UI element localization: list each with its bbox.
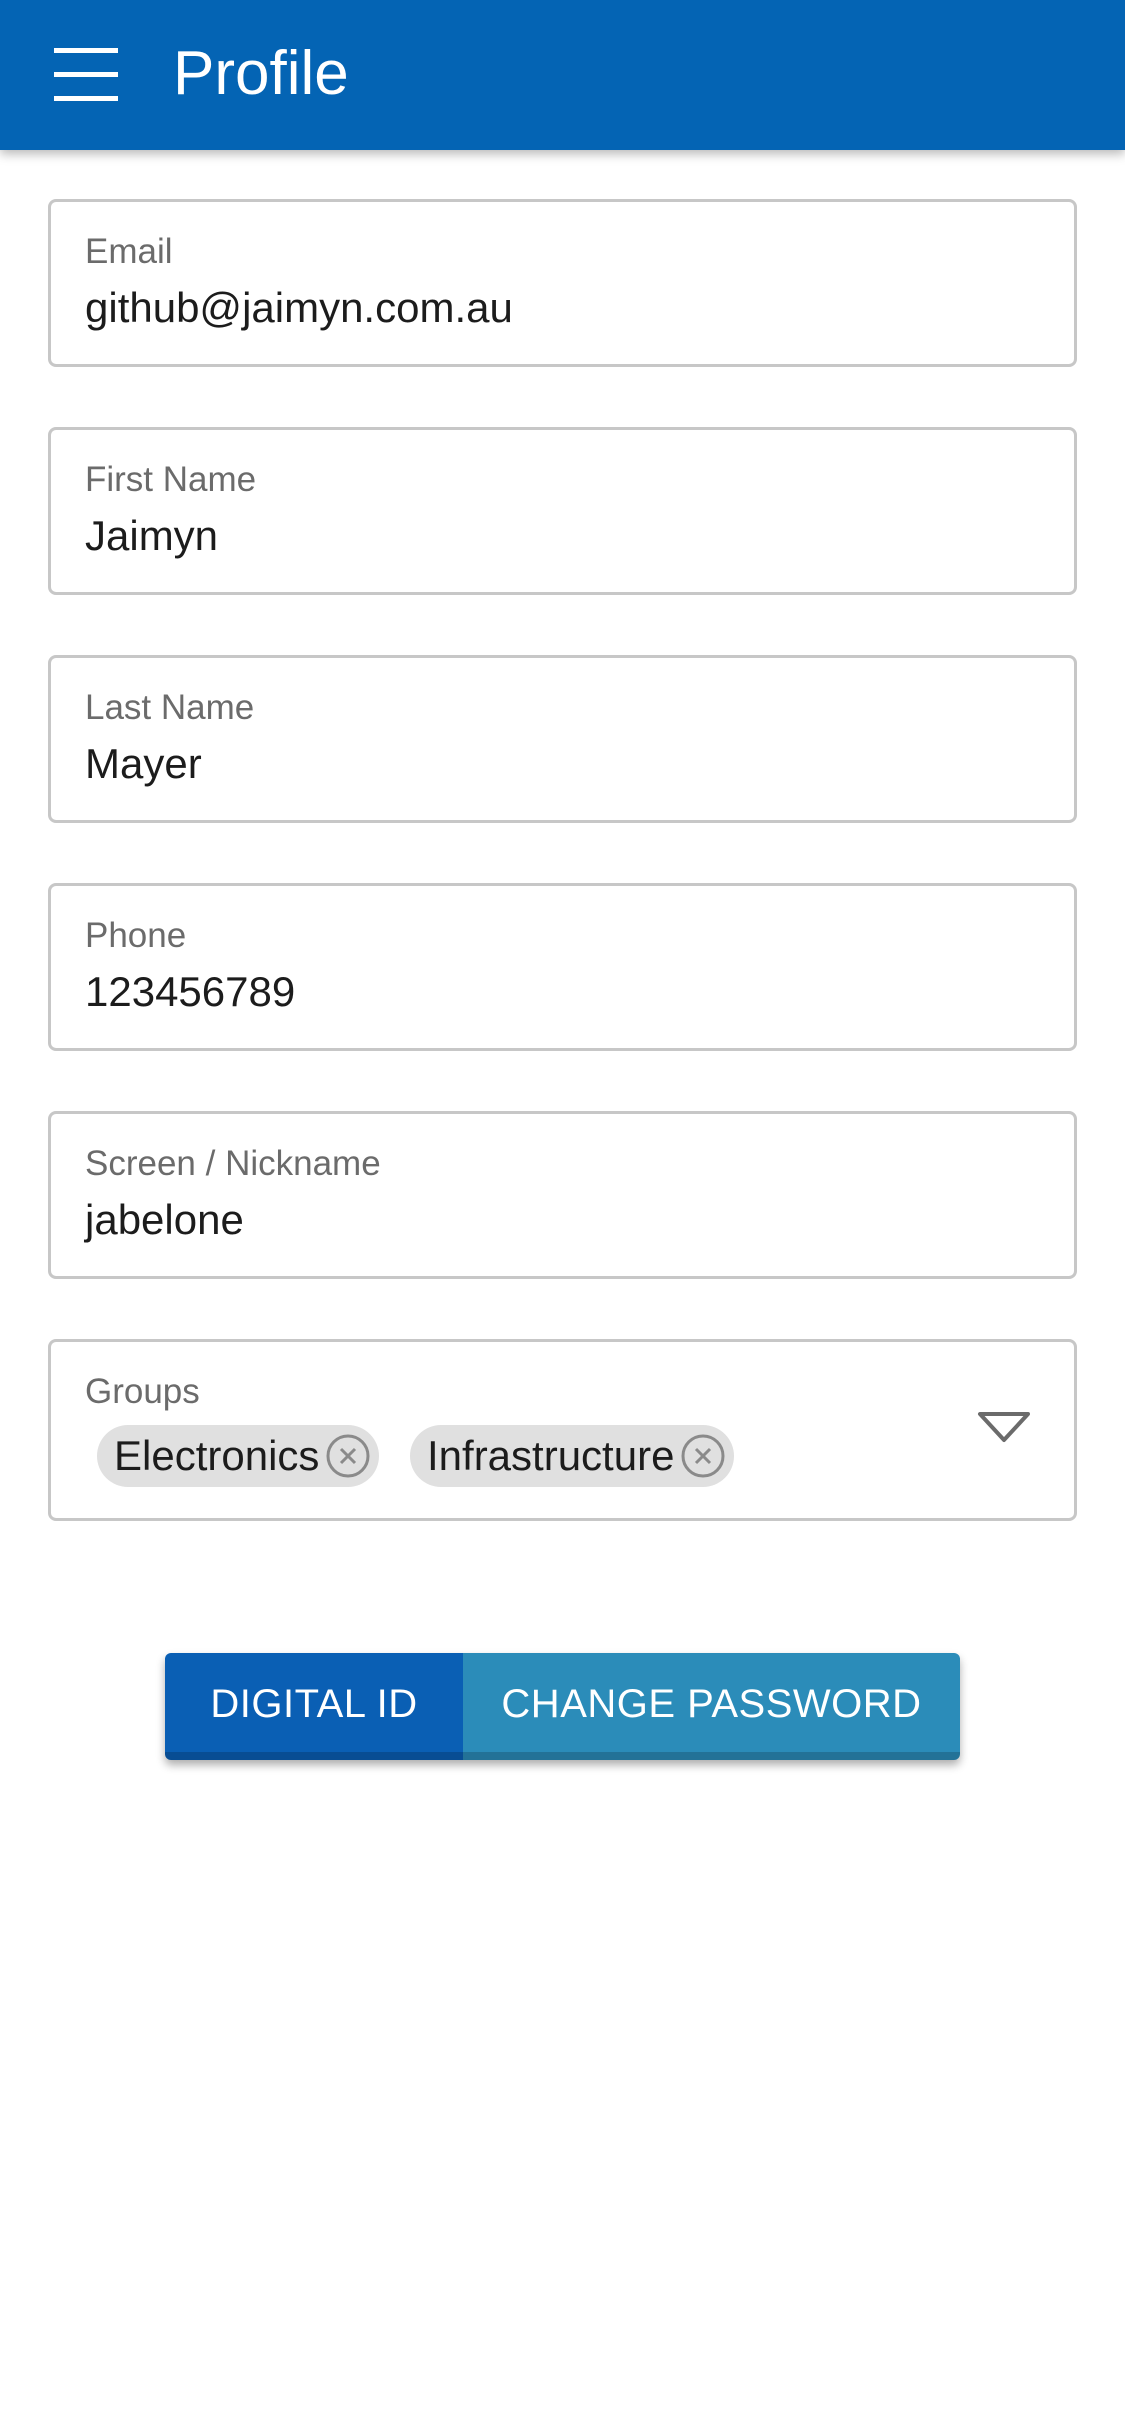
hamburger-menu-icon [54, 48, 118, 101]
groups-label: Groups [85, 1372, 200, 1411]
email-input[interactable]: github@jaimyn.com.au [85, 280, 1045, 336]
last-name-input[interactable]: Mayer [85, 736, 1045, 792]
menu-button[interactable] [50, 42, 122, 108]
nickname-label: Screen / Nickname [85, 1144, 381, 1183]
group-chip-electronics: Electronics [97, 1425, 380, 1487]
email-label: Email [85, 232, 173, 271]
nickname-input[interactable]: jabelone [85, 1192, 1045, 1248]
close-circle-icon[interactable] [678, 1431, 728, 1481]
first-name-field[interactable]: First Name Jaimyn [48, 427, 1077, 595]
phone-field[interactable]: Phone 123456789 [48, 883, 1077, 1051]
phone-label: Phone [85, 916, 187, 955]
chip-label: Infrastructure [427, 1432, 675, 1479]
change-password-button[interactable]: CHANGE PASSWORD [463, 1653, 960, 1760]
chevron-down-icon[interactable] [976, 1408, 1032, 1446]
nickname-field[interactable]: Screen / Nickname jabelone [48, 1111, 1077, 1279]
chip-label: Electronics [114, 1432, 320, 1479]
phone-input[interactable]: 123456789 [85, 964, 1045, 1020]
group-chip-infrastructure: Infrastructure [410, 1425, 735, 1487]
close-circle-icon[interactable] [323, 1431, 373, 1481]
profile-actions: DIGITAL ID CHANGE PASSWORD [165, 1653, 960, 1760]
email-field[interactable]: Email github@jaimyn.com.au [48, 199, 1077, 367]
first-name-label: First Name [85, 460, 257, 499]
last-name-label: Last Name [85, 688, 255, 727]
app-bar: Profile [0, 0, 1125, 150]
page-title: Profile [173, 39, 349, 108]
first-name-input[interactable]: Jaimyn [85, 508, 1045, 564]
last-name-field[interactable]: Last Name Mayer [48, 655, 1077, 823]
digital-id-button[interactable]: DIGITAL ID [165, 1653, 463, 1760]
groups-select[interactable]: Groups Electronics Infrastructure [48, 1339, 1077, 1521]
